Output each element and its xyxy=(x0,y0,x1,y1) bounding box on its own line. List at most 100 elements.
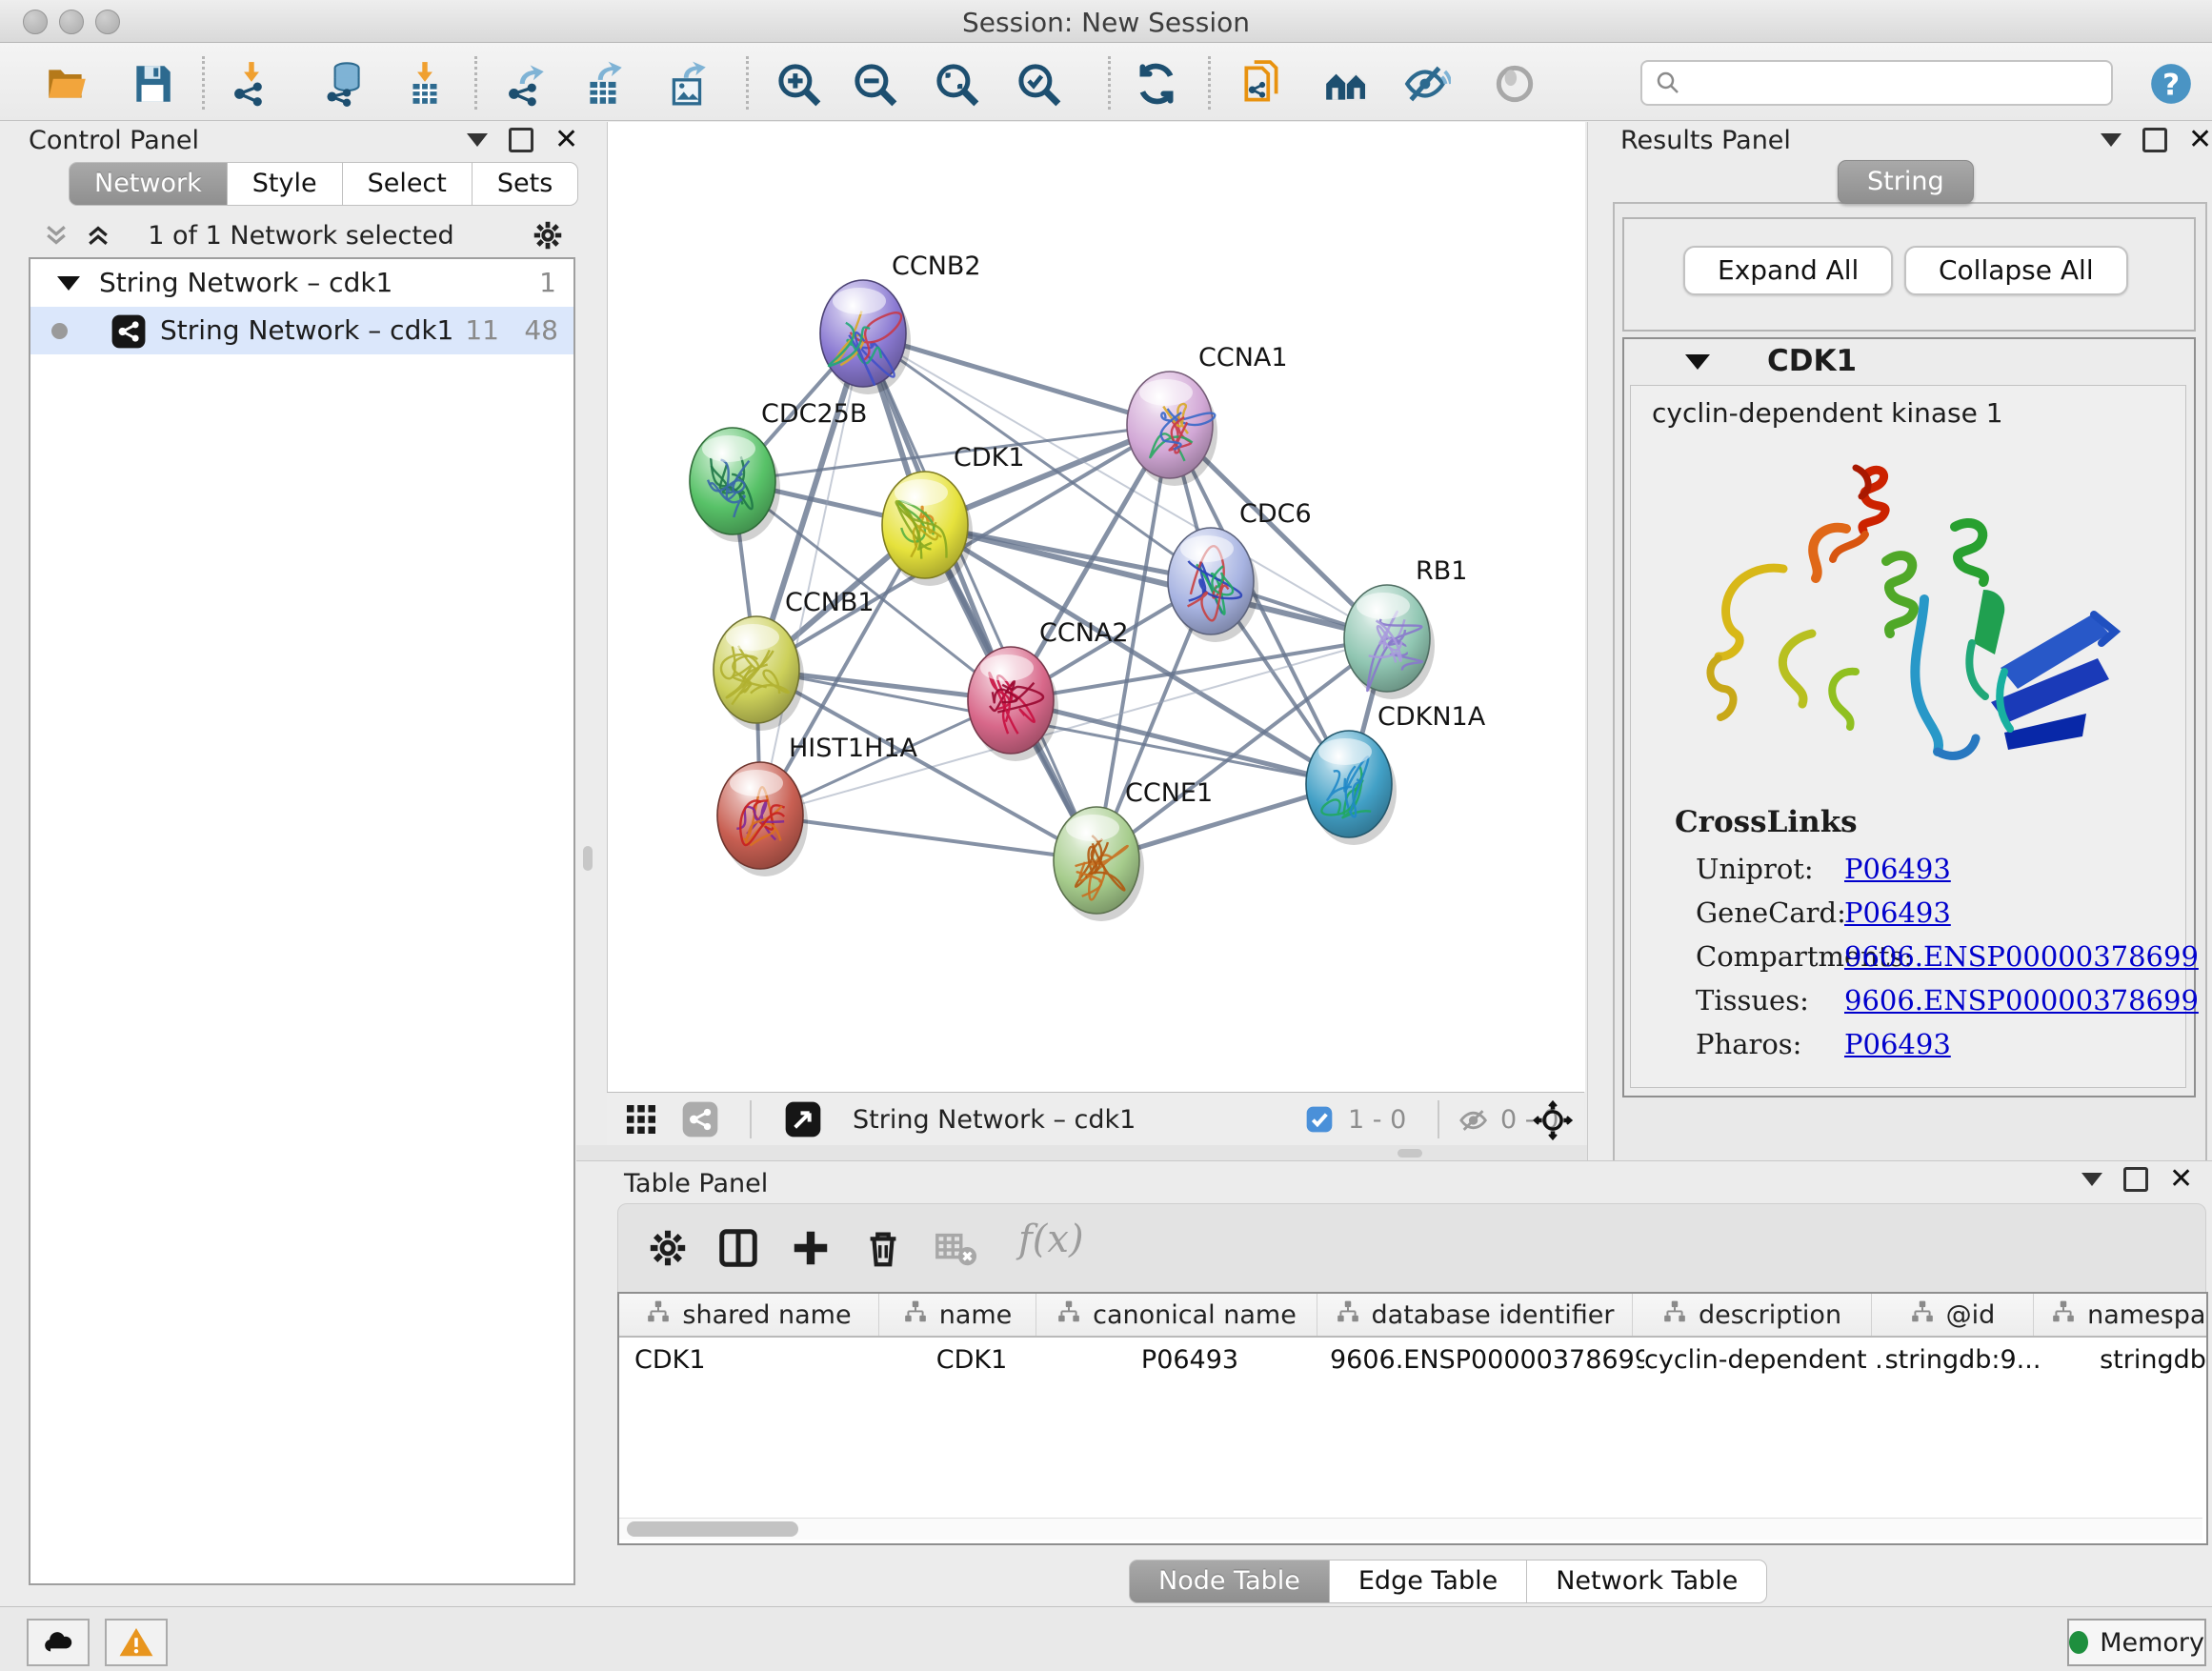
hide-selected-icon[interactable] xyxy=(1402,59,1452,109)
zoom-selected-icon[interactable] xyxy=(1014,59,1063,109)
import-network-database-icon[interactable] xyxy=(320,59,370,109)
help-icon[interactable]: ? xyxy=(2146,59,2196,109)
close-panel-icon[interactable]: ✕ xyxy=(2188,131,2212,150)
protein-entry-header[interactable]: CDK1 xyxy=(1624,339,2194,383)
zoom-in-icon[interactable] xyxy=(774,59,823,109)
table-cell[interactable]: cyclin-dependent ... xyxy=(1644,1338,1882,1381)
crosslink-link[interactable]: 9606.ENSP00000378699 xyxy=(1844,984,2199,1017)
collapse-panel-icon[interactable] xyxy=(467,133,488,147)
tab-network[interactable]: Network xyxy=(69,162,228,206)
crosslink-link[interactable]: P06493 xyxy=(1844,853,1951,885)
export-image-icon[interactable] xyxy=(663,59,713,109)
float-panel-icon[interactable] xyxy=(2142,128,2167,152)
table-settings-gear-icon[interactable] xyxy=(643,1223,693,1273)
collapse-panel-icon[interactable] xyxy=(2101,133,2122,147)
crosslink-link[interactable]: 9606.ENSP00000378699 xyxy=(1844,940,2199,973)
import-table-file-icon[interactable] xyxy=(400,59,450,109)
node-CCNB2[interactable] xyxy=(820,280,911,394)
show-all-icon[interactable] xyxy=(1490,59,1539,109)
refresh-icon[interactable] xyxy=(1132,59,1181,109)
network-collection-row[interactable]: String Network – cdk1 1 xyxy=(30,259,573,307)
tab-sets[interactable]: Sets xyxy=(473,162,578,206)
column-header-canonical-name[interactable]: canonical name xyxy=(1036,1294,1317,1336)
node-RB1[interactable] xyxy=(1344,585,1435,699)
crosslink-link[interactable]: P06493 xyxy=(1844,896,1951,929)
tab-edge-table[interactable]: Edge Table xyxy=(1330,1560,1527,1603)
zoom-fit-icon[interactable] xyxy=(932,59,981,109)
edge-CCNB2-CCNE1[interactable] xyxy=(863,333,1096,860)
add-column-icon[interactable] xyxy=(786,1223,835,1273)
network-documents-icon[interactable] xyxy=(1237,59,1287,109)
collection-expander-icon[interactable] xyxy=(57,276,80,291)
warning-status-button[interactable] xyxy=(105,1619,168,1666)
table-cell[interactable]: CDK1 xyxy=(619,1338,894,1381)
network-canvas[interactable]: CCNB2CCNA1CDC25BCDK1CDC6RB1CCNB1CCNA2CDK… xyxy=(607,122,1585,1092)
crosslink-link[interactable]: P06493 xyxy=(1844,1028,1951,1060)
node-CDC6[interactable] xyxy=(1168,528,1258,642)
collapse-panel-icon[interactable] xyxy=(2081,1173,2102,1186)
node-CCNA1[interactable] xyxy=(1127,372,1217,486)
close-panel-icon[interactable]: ✕ xyxy=(554,131,578,150)
node-CCNE1[interactable] xyxy=(1054,807,1144,921)
node-CDKN1A[interactable] xyxy=(1306,731,1397,845)
column-header-namespace[interactable]: namespace xyxy=(2034,1294,2208,1336)
close-panel-icon[interactable]: ✕ xyxy=(2169,1170,2193,1189)
network-row-selected[interactable]: String Network – cdk1 11 48 xyxy=(30,307,573,354)
tab-select[interactable]: Select xyxy=(343,162,473,206)
network-view-icon[interactable] xyxy=(681,1100,719,1142)
entry-expander-icon[interactable] xyxy=(1685,354,1710,370)
network-graph[interactable]: CCNB2CCNA1CDC25BCDK1CDC6RB1CCNB1CCNA2CDK… xyxy=(608,122,1585,1092)
node-CCNA2[interactable] xyxy=(968,647,1058,761)
column-header-label: description xyxy=(1699,1300,1841,1330)
table-cell[interactable]: stringdb xyxy=(2043,1338,2208,1381)
statusbar-separator xyxy=(750,1100,752,1138)
table-cell[interactable]: P06493 xyxy=(1050,1338,1330,1381)
table-cell[interactable]: CDK1 xyxy=(894,1338,1050,1381)
gear-icon[interactable] xyxy=(530,217,566,257)
column-header-shared-name[interactable]: shared name xyxy=(619,1294,879,1336)
node-label-CCNA1: CCNA1 xyxy=(1198,343,1288,372)
tab-style[interactable]: Style xyxy=(228,162,343,206)
edge-HIST1H1A-CCNE1[interactable] xyxy=(760,815,1096,860)
column-header-database-identifier[interactable]: database identifier xyxy=(1317,1294,1633,1336)
tab-node-table[interactable]: Node Table xyxy=(1129,1560,1330,1603)
table-horizontal-scrollbar[interactable] xyxy=(619,1518,2202,1540)
zoom-out-icon[interactable] xyxy=(850,59,899,109)
detach-view-icon[interactable] xyxy=(784,1100,822,1142)
left-splitter-handle[interactable] xyxy=(583,846,593,871)
expand-all-button[interactable]: Expand All xyxy=(1683,246,1893,295)
memory-button[interactable]: Memory xyxy=(2067,1619,2206,1666)
selected-checkbox-icon[interactable] xyxy=(1304,1104,1335,1138)
node-table[interactable]: shared namenamecanonical namedatabase id… xyxy=(617,1292,2208,1545)
column-header-name[interactable]: name xyxy=(879,1294,1036,1336)
column-header-description[interactable]: description xyxy=(1633,1294,1872,1336)
import-network-file-icon[interactable] xyxy=(227,59,276,109)
export-table-icon[interactable] xyxy=(579,59,629,109)
first-neighbors-icon[interactable] xyxy=(1321,59,1371,109)
search-input[interactable] xyxy=(1692,64,2096,100)
tab-network-table[interactable]: Network Table xyxy=(1527,1560,1767,1603)
float-panel-icon[interactable] xyxy=(2123,1167,2148,1192)
export-network-icon[interactable] xyxy=(501,59,551,109)
node-CDK1[interactable] xyxy=(882,472,973,586)
collapse-all-button[interactable]: Collapse All xyxy=(1904,246,2128,295)
show-columns-icon[interactable] xyxy=(714,1223,763,1273)
float-panel-icon[interactable] xyxy=(509,128,533,152)
grid-view-icon[interactable] xyxy=(624,1102,658,1140)
node-CCNB1[interactable] xyxy=(714,616,804,731)
table-row[interactable]: CDK1CDK1P064939606.ENSP00000378699cyclin… xyxy=(619,1338,2206,1381)
delete-column-icon[interactable] xyxy=(858,1223,908,1273)
table-cell[interactable]: 9606.ENSP00000378699 xyxy=(1330,1338,1644,1381)
column-header-@id[interactable]: @id xyxy=(1872,1294,2034,1336)
birdseye-navigator-icon[interactable] xyxy=(1533,1100,1573,1144)
cloud-status-button[interactable] xyxy=(27,1619,90,1666)
tab-string[interactable]: String xyxy=(1838,160,1974,204)
open-file-icon[interactable] xyxy=(42,59,91,109)
node-HIST1H1A[interactable] xyxy=(717,762,808,876)
save-session-icon[interactable] xyxy=(128,59,177,109)
table-cell[interactable]: stringdb:9... xyxy=(1882,1338,2043,1381)
horizontal-splitter-handle[interactable] xyxy=(1398,1149,1422,1158)
crosslink-row: Tissues:9606.ENSP00000378699 xyxy=(1675,984,2170,1028)
svg-text:?: ? xyxy=(2162,68,2180,102)
scrollbar-thumb[interactable] xyxy=(627,1521,798,1537)
